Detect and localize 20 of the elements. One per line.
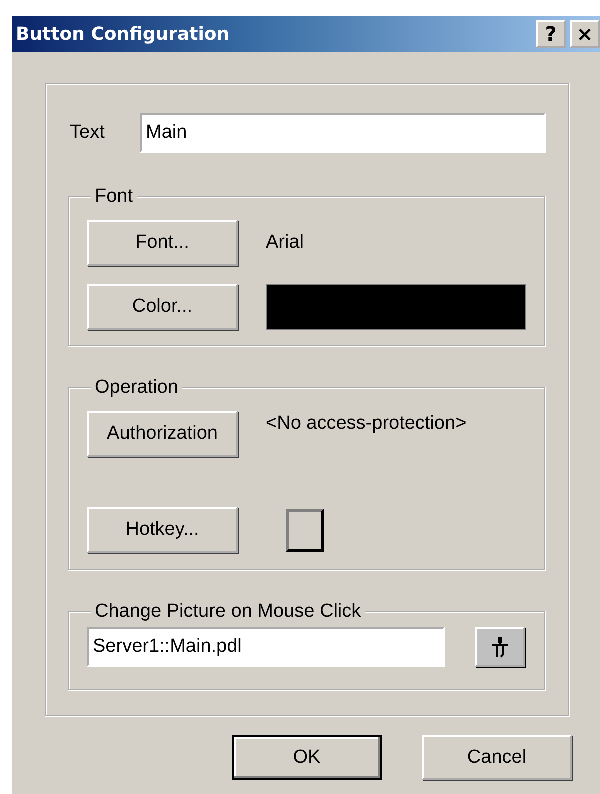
hotkey-field[interactable] (286, 508, 324, 552)
ok-button[interactable]: OK (232, 735, 382, 780)
picture-field[interactable]: Server1::Main.pdl (87, 627, 445, 667)
group-title: Change Picture on Mouse Click (94, 601, 362, 623)
help-button[interactable]: ? (536, 20, 566, 48)
text-field[interactable]: Main (140, 113, 546, 153)
cancel-button[interactable]: Cancel (422, 735, 572, 780)
group-title: Font (94, 186, 134, 208)
color-swatch[interactable] (266, 284, 526, 330)
hotkey-button[interactable]: Hotkey... (87, 507, 238, 553)
group-title: Operation (94, 377, 180, 399)
color-button[interactable]: Color... (87, 284, 238, 330)
authorization-value: <No access-protection> (266, 413, 467, 435)
close-button[interactable]: × (570, 20, 600, 48)
font-name: Arial (266, 232, 304, 254)
font-button[interactable]: Font... (87, 220, 238, 266)
text-label: Text (70, 122, 106, 144)
window-title: Button Configuration (16, 24, 230, 44)
authorization-button[interactable]: Authorization (87, 411, 238, 457)
browse-button[interactable] (475, 627, 525, 667)
